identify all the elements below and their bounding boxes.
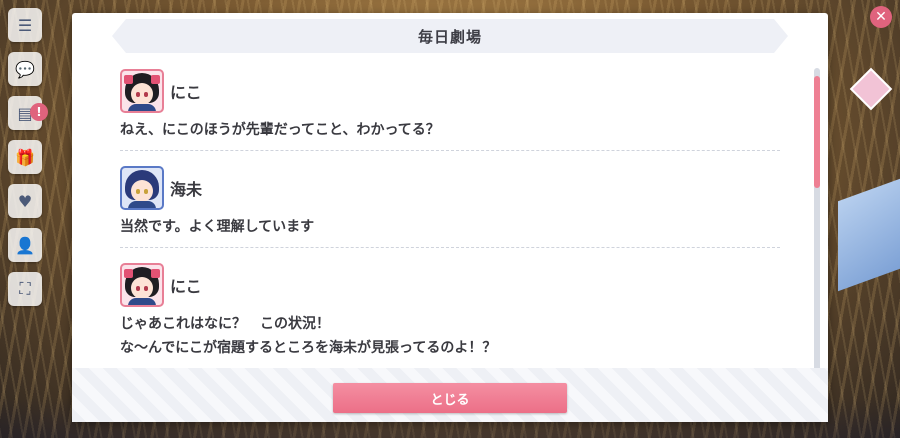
umi-avatar <box>120 166 164 210</box>
message-text: ねえ、にこのほうが先輩だってこと、わかってる？ <box>120 122 440 138</box>
message-item: 海未 当然です。よく理解しています <box>120 165 780 248</box>
heart-icon[interactable]: ♥ <box>8 184 42 218</box>
message-header: にこ <box>120 68 780 114</box>
dialog-title-bar: 毎日劇場 <box>112 19 788 53</box>
nico-avatar <box>120 69 164 113</box>
message-header: にこ <box>120 262 780 308</box>
message-item: にこ じゃあこれはなに？ この状況！ な～んでにこが宿題するところを海未が見張っ… <box>120 262 780 369</box>
right-menu-rail: ✕ <box>828 0 900 438</box>
close-icon[interactable]: ✕ <box>870 6 892 28</box>
notification-badge: ! <box>30 103 48 121</box>
chat-icon[interactable]: 💬 <box>8 52 42 86</box>
nico-avatar <box>120 263 164 307</box>
speaker-name: 海未 <box>170 180 203 199</box>
fullscreen-icon[interactable]: ⛶ <box>8 272 42 306</box>
speaker-name: にこ <box>170 277 202 296</box>
message-item: にこ ねえ、にこのほうが先輩だってこと、わかってる？ <box>120 68 780 151</box>
speaker-name: にこ <box>170 83 202 102</box>
scrollbar[interactable] <box>814 68 820 374</box>
message-header: 海未 <box>120 165 780 211</box>
menu-icon[interactable]: ☰ <box>8 8 42 42</box>
gift-icon[interactable]: 🎁 <box>8 140 42 174</box>
close-button[interactable]: とじる <box>333 383 567 413</box>
message-text: じゃあこれはなに？ この状況！ <box>120 316 330 332</box>
scroll-thumb[interactable] <box>814 76 820 188</box>
story-tile[interactable] <box>838 178 900 292</box>
dialog-title: 毎日劇場 <box>417 27 482 46</box>
left-menu-rail: ☰ 💬 ▤ 🎁 ♥ 👤 ⛶ <box>0 0 50 438</box>
message-text: な～んでにこが宿題するところを海未が見張ってるのよ！？ <box>120 340 497 356</box>
message-list[interactable]: にこ ねえ、にこのほうが先輩だってこと、わかってる？ 海未 当然です。よく理解し… <box>120 68 780 376</box>
daily-theater-dialog: 毎日劇場 にこ ねえ、にこのほうが先輩だってこと、わかってる？ 海未 当然です。… <box>72 13 828 422</box>
live-icon[interactable] <box>849 67 893 111</box>
message-text: 当然です。よく理解しています <box>120 219 315 235</box>
members-icon[interactable]: 👤 <box>8 228 42 262</box>
